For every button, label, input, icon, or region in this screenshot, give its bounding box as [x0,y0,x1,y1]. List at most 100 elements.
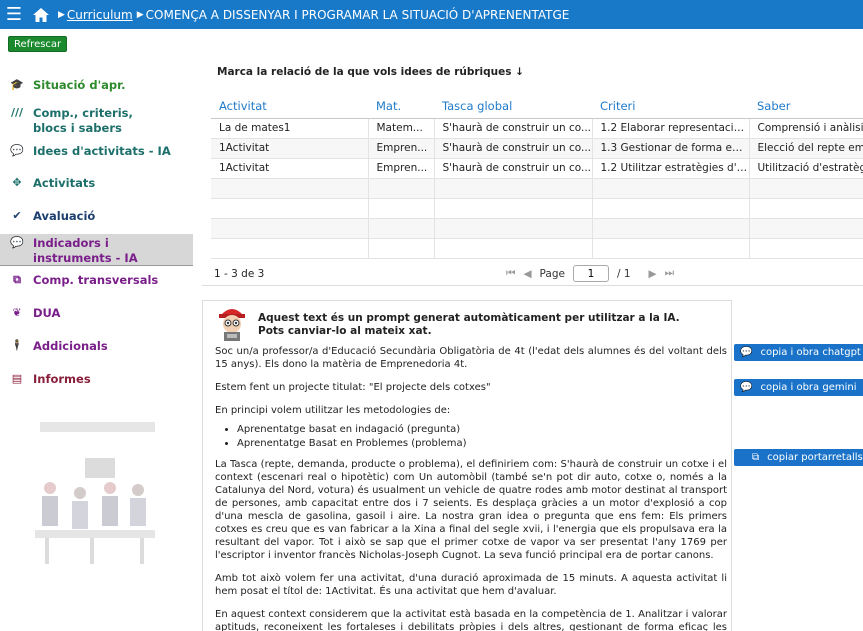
person-icon: 🕴 [10,339,24,352]
table-cell: Utilització d'estratègie... [749,158,863,179]
table-cell: 1Activitat [211,158,369,179]
table-row[interactable]: 1Activitat Empren... S'haurà de construi… [211,158,863,179]
sidebar-item-label-line2: blocs i sabers [33,121,122,135]
books-icon: /// [10,106,24,119]
home-icon[interactable] [28,0,54,29]
sidebar-item-label: Indicadors i instruments - IA [33,236,138,266]
sidebar-item-comp-transversals[interactable]: ⧉ Comp. transversals [0,266,193,299]
button-label: copiar portarretalls [767,452,863,463]
export-icon: ⧉ [13,273,21,286]
sidebar-item-label-line2: instruments - IA [33,251,138,265]
table-cell: 1.2 Utilitzar estratègies d'a... [592,158,750,179]
breadcrumb-current: COMENÇA A DISSENYAR I PROGRAMAR LA SITUA… [145,7,570,22]
chat-bubble-icon: 💬 [10,236,24,249]
empty-row [211,218,863,239]
hamburger-menu-icon[interactable]: ☰ [0,0,28,29]
grid-header-row: Activitat Mat. Tasca global Criteri Sabe… [211,94,863,119]
sidebar-item-competencies[interactable]: /// Comp., criteris, blocs i sabers [0,100,193,136]
methodology-list: Aprenentatge basat en indagació (pregunt… [237,423,727,450]
chevron-right-icon: ▶ [58,9,65,20]
breadcrumb-curriculum-link[interactable]: Curriculum [67,8,133,22]
rubric-question: Marca la relació de la que vols idees de… [217,66,524,78]
pager-nav: ⏮ ◀ Page / 1 ▶ ⏭ [502,265,678,282]
empty-row [211,178,863,199]
refresh-button[interactable]: Refrescar [8,36,68,52]
sidebar-item-label: Avaluació [33,209,96,223]
sidebar-item-label: DUA [33,306,61,320]
prompt-text[interactable]: Soc un/a professor/a d'Educació Secundàr… [215,345,727,631]
arrows-icon: ✥ [12,176,22,189]
column-header-tasca[interactable]: Tasca global [434,94,592,119]
table-cell: Elecció del repte emp... [749,138,863,159]
empty-row [211,238,863,259]
top-bar: ☰ ▶ Curriculum ▶ COMENÇA A DISSENYAR I P… [0,0,863,29]
robot-avatar-icon [219,309,245,341]
table-cell: Empren... [368,158,435,179]
page-label: Page [539,267,565,280]
prompt-paragraph: Soc un/a professor/a d'Educació Secundàr… [215,346,727,370]
copy-clipboard-button[interactable]: ⧉ copiar portarretalls [734,449,863,466]
sidebar-item-indicadors[interactable]: 💬 Indicadors i instruments - IA [0,234,193,266]
next-page-icon[interactable]: ▶ [649,268,657,280]
copy-open-gemini-button[interactable]: 💬 copia i obra gemini [734,379,863,396]
page-number-input[interactable] [572,265,609,282]
sidebar-item-label: Comp., criteris, blocs i sabers [33,106,133,136]
prompt-paragraph: En principi volem utilitzar les metodolo… [215,405,451,416]
table-cell: 1Activitat [211,138,369,159]
button-label: copia i obra chatgpt [760,347,861,358]
chat-bubble-icon: 💬 [10,144,24,157]
sidebar-item-avaluacio[interactable]: ✔ Avaluació [0,201,193,234]
record-count: 1 - 3 de 3 [214,268,265,280]
table-cell: Comprensió i anàlisi d... [749,118,863,139]
sidebar-item-label: Comp. transversals [33,273,159,287]
prompt-paragraph: Estem fent un projecte titulat: "El proj… [215,382,491,393]
prompt-paragraph: La Tasca (repte, demanda, producte o pro… [215,459,727,561]
column-header-activitat[interactable]: Activitat [211,94,368,119]
sidebar-item-label: Addicionals [33,339,108,353]
list-item: Aprenentatge basat en indagació (pregunt… [237,423,727,436]
sidebar-item-situacio[interactable]: 🎓 Situació d'apr. [0,68,193,100]
prompt-panel: Aquest text és un prompt generat automàt… [202,300,732,631]
table-cell: La de mates1 [211,118,369,139]
sidebar-item-idees-activitats[interactable]: 💬 Idees d'activitats - IA [0,136,193,168]
column-header-mat[interactable]: Mat. [368,94,434,119]
page-total: / 1 [616,267,631,280]
empty-row [211,198,863,219]
first-page-icon[interactable]: ⏮ [506,267,515,280]
sidebar-item-informes[interactable]: ▤ Informes [0,365,193,398]
table-cell: S'haurà de construir un co... [434,118,593,139]
sidebar-item-label: Idees d'activitats - IA [33,144,171,158]
column-header-criteri[interactable]: Criteri [592,94,749,119]
prompt-header: Aquest text és un prompt generat automàt… [258,312,680,338]
table-cell: 1.2 Elaborar representacio... [592,118,750,139]
prev-page-icon[interactable]: ◀ [523,268,531,280]
table-cell: Matem... [368,118,435,139]
table-cell: S'haurà de construir un co... [434,158,593,179]
copy-icon: ⧉ [752,452,760,463]
column-header-saber[interactable]: Saber [749,94,863,119]
prompt-header-line2: Pots canviar-lo al mateix xat. [258,325,432,337]
sidebar-item-activitats[interactable]: ✥ Activitats [0,168,193,201]
table-row[interactable]: La de mates1 Matem... S'haurà de constru… [211,118,863,139]
sidebar-item-label-line1: Comp., criteris, [33,106,133,120]
pager: 1 - 3 de 3 ⏮ ◀ Page / 1 ▶ ⏭ [202,262,863,286]
sidebar-item-dua[interactable]: ❦ DUA [0,299,193,332]
last-page-icon[interactable]: ⏭ [665,267,674,280]
table-cell: Empren... [368,138,435,159]
table-cell: S'haurà de construir un co... [434,138,593,159]
classroom-illustration [35,422,155,564]
prompt-paragraph: En aquest context considerem que la acti… [215,609,727,631]
prompt-header-line1: Aquest text és un prompt generat automàt… [258,312,680,324]
activities-grid: Activitat Mat. Tasca global Criteri Sabe… [211,94,863,260]
prompt-paragraph: Amb tot això volem fer una activitat, d'… [215,573,727,597]
document-icon: ▤ [11,372,23,385]
sidebar-item-label: Activitats [33,176,96,190]
sidebar-item-label: Informes [33,372,91,386]
sidebar-item-label: Situació d'apr. [33,78,126,92]
sidebar-item-addicionals[interactable]: 🕴 Addicionals [0,332,193,365]
list-item: Aprenentatge Basat en Problemes (problem… [237,437,727,450]
sidebar: 🎓 Situació d'apr. /// Comp., criteris, b… [0,68,193,398]
chat-bubble-icon: 💬 [740,382,753,393]
copy-open-chatgpt-button[interactable]: 💬 copia i obra chatgpt [734,344,863,361]
table-row[interactable]: 1Activitat Empren... S'haurà de construi… [211,138,863,159]
